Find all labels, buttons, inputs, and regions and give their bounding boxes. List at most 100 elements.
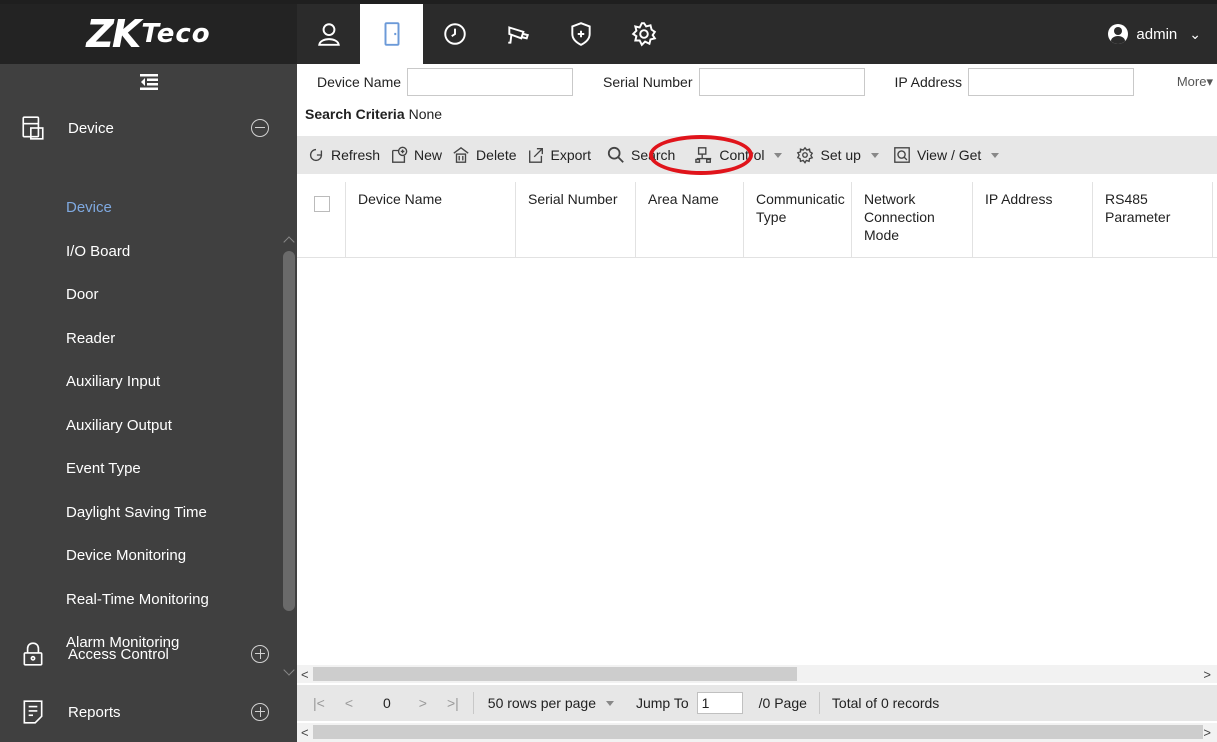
table-scroll-thumb[interactable] [313, 667, 797, 681]
device-name-label: Device Name [317, 74, 402, 90]
search-button[interactable]: Search [607, 146, 675, 164]
clock-icon [443, 23, 466, 45]
jump-to-label: Jump To [635, 695, 689, 711]
sidebar-scroll-thumb[interactable] [283, 251, 295, 611]
user-avatar-icon [1108, 24, 1129, 44]
logo-sub-text: Teco [141, 19, 211, 49]
control-label: Control [719, 147, 765, 163]
column-header-serial-number[interactable]: Serial Number [516, 182, 636, 258]
module-attendance[interactable] [423, 4, 486, 64]
sidebar-item-door[interactable]: Door [0, 273, 297, 317]
sidebar-item-real-time-monitoring[interactable]: Real-Time Monitoring [0, 578, 297, 622]
first-page-button[interactable]: |< [313, 695, 325, 711]
delete-icon [453, 146, 469, 163]
lock-icon [20, 641, 46, 667]
ip-address-label: IP Address [894, 74, 962, 90]
brand-logo[interactable]: ZK Teco [0, 4, 297, 64]
setup-label: Set up [820, 147, 861, 163]
pagination-bar: |< < 0 > >| 50 rows per page Jump To 1 /… [297, 685, 1217, 721]
table-horizontal-scrollbar[interactable]: < > [297, 665, 1217, 683]
page-horizontal-scrollbar[interactable]: < > [297, 723, 1217, 742]
chevron-down-icon [870, 152, 879, 158]
sidebar: Device Device I/O Board Door Reader Auxi… [0, 64, 297, 742]
rows-per-page-select[interactable]: 50 rows per page [488, 695, 614, 711]
ip-address-input[interactable] [967, 68, 1134, 96]
report-icon [20, 699, 46, 725]
scroll-right-icon[interactable]: > [1203, 725, 1211, 740]
control-button[interactable]: Control [695, 146, 783, 164]
jump-to-input[interactable]: 1 [696, 692, 743, 714]
delete-label: Delete [476, 147, 517, 163]
sidebar-item-auxiliary-output[interactable]: Auxiliary Output [0, 404, 297, 448]
sidebar-group-reports[interactable]: Reports [0, 684, 297, 740]
setup-button[interactable]: Set up [796, 146, 879, 164]
sidebar-collapse-button[interactable] [0, 64, 297, 100]
collapse-icon[interactable] [251, 119, 269, 137]
scroll-left-icon[interactable]: < [301, 667, 309, 682]
select-all-checkbox[interactable] [314, 196, 330, 212]
column-header-communication-type[interactable]: Communicatic Type [744, 182, 852, 258]
current-page-number: 0 [383, 695, 391, 711]
scroll-up-icon[interactable] [283, 236, 295, 248]
refresh-icon [309, 148, 323, 162]
refresh-button[interactable]: Refresh [307, 146, 380, 164]
device-name-input[interactable] [407, 68, 574, 96]
column-header-ip-address[interactable]: IP Address [973, 182, 1093, 258]
gear-icon [631, 22, 656, 47]
new-label: New [414, 147, 443, 163]
main-content: Device Name Serial Number IP Address Mor… [297, 64, 1217, 742]
sidebar-item-auxiliary-input[interactable]: Auxiliary Input [0, 360, 297, 404]
view-get-label: View / Get [916, 147, 982, 163]
column-header-area-name[interactable]: Area Name [636, 182, 744, 258]
serial-number-input[interactable] [698, 68, 865, 96]
search-criteria-value: None [408, 106, 443, 122]
module-personnel[interactable] [297, 4, 360, 64]
expand-icon[interactable] [251, 645, 269, 663]
expand-icon[interactable] [251, 703, 269, 721]
chevron-down-icon [991, 152, 1000, 158]
sidebar-scrollbar[interactable] [283, 186, 295, 686]
sidebar-group-label: Device [68, 119, 114, 137]
view-get-button[interactable]: View / Get [893, 146, 1000, 164]
previous-page-button[interactable]: < [345, 695, 353, 711]
new-button[interactable]: New [390, 146, 442, 164]
chevron-down-icon [605, 700, 614, 706]
last-page-button[interactable]: >| [447, 695, 459, 711]
door-icon [384, 22, 399, 46]
delete-button[interactable]: Delete [452, 146, 517, 164]
page-scroll-thumb[interactable] [313, 725, 1203, 739]
module-video[interactable] [486, 4, 549, 64]
sidebar-item-device-monitoring[interactable]: Device Monitoring [0, 534, 297, 578]
scroll-right-icon[interactable]: > [1203, 667, 1211, 682]
sidebar-item-device[interactable]: Device [0, 186, 297, 230]
scroll-left-icon[interactable]: < [301, 725, 309, 740]
total-records-label: Total of 0 records [831, 695, 940, 711]
filter-bar: Device Name Serial Number IP Address Mor… [297, 64, 1217, 100]
export-icon [528, 148, 543, 163]
view-icon [894, 147, 910, 163]
search-label: Search [630, 147, 676, 163]
search-criteria: Search Criteria None [297, 100, 1217, 128]
shield-icon [570, 22, 591, 46]
module-access[interactable] [360, 4, 423, 64]
sidebar-item-io-board[interactable]: I/O Board [0, 230, 297, 274]
module-security[interactable] [549, 4, 612, 64]
sidebar-group-access-control[interactable]: Access Control [0, 626, 297, 682]
column-header-rs485-parameter[interactable]: RS485 Parameter [1093, 182, 1213, 258]
module-system[interactable] [612, 4, 675, 64]
more-filters-link[interactable]: More▾ [1177, 74, 1213, 90]
sidebar-item-daylight-saving-time[interactable]: Daylight Saving Time [0, 491, 297, 535]
serial-number-label: Serial Number [603, 74, 693, 90]
sidebar-item-reader[interactable]: Reader [0, 317, 297, 361]
chevron-down-icon: ⌄ [1189, 25, 1201, 42]
column-header-network-connection-mode[interactable]: Network Connection Mode [852, 182, 973, 258]
table-header: Device Name Serial Number Area Name Comm… [297, 182, 1217, 258]
sidebar-item-event-type[interactable]: Event Type [0, 447, 297, 491]
export-button[interactable]: Export [527, 146, 591, 164]
table-body [297, 258, 1217, 664]
user-menu[interactable]: admin ⌄ [1108, 4, 1201, 64]
column-header-device-name[interactable]: Device Name [346, 182, 516, 258]
person-icon [317, 23, 340, 46]
sidebar-group-device[interactable]: Device [0, 100, 297, 156]
next-page-button[interactable]: > [419, 695, 427, 711]
